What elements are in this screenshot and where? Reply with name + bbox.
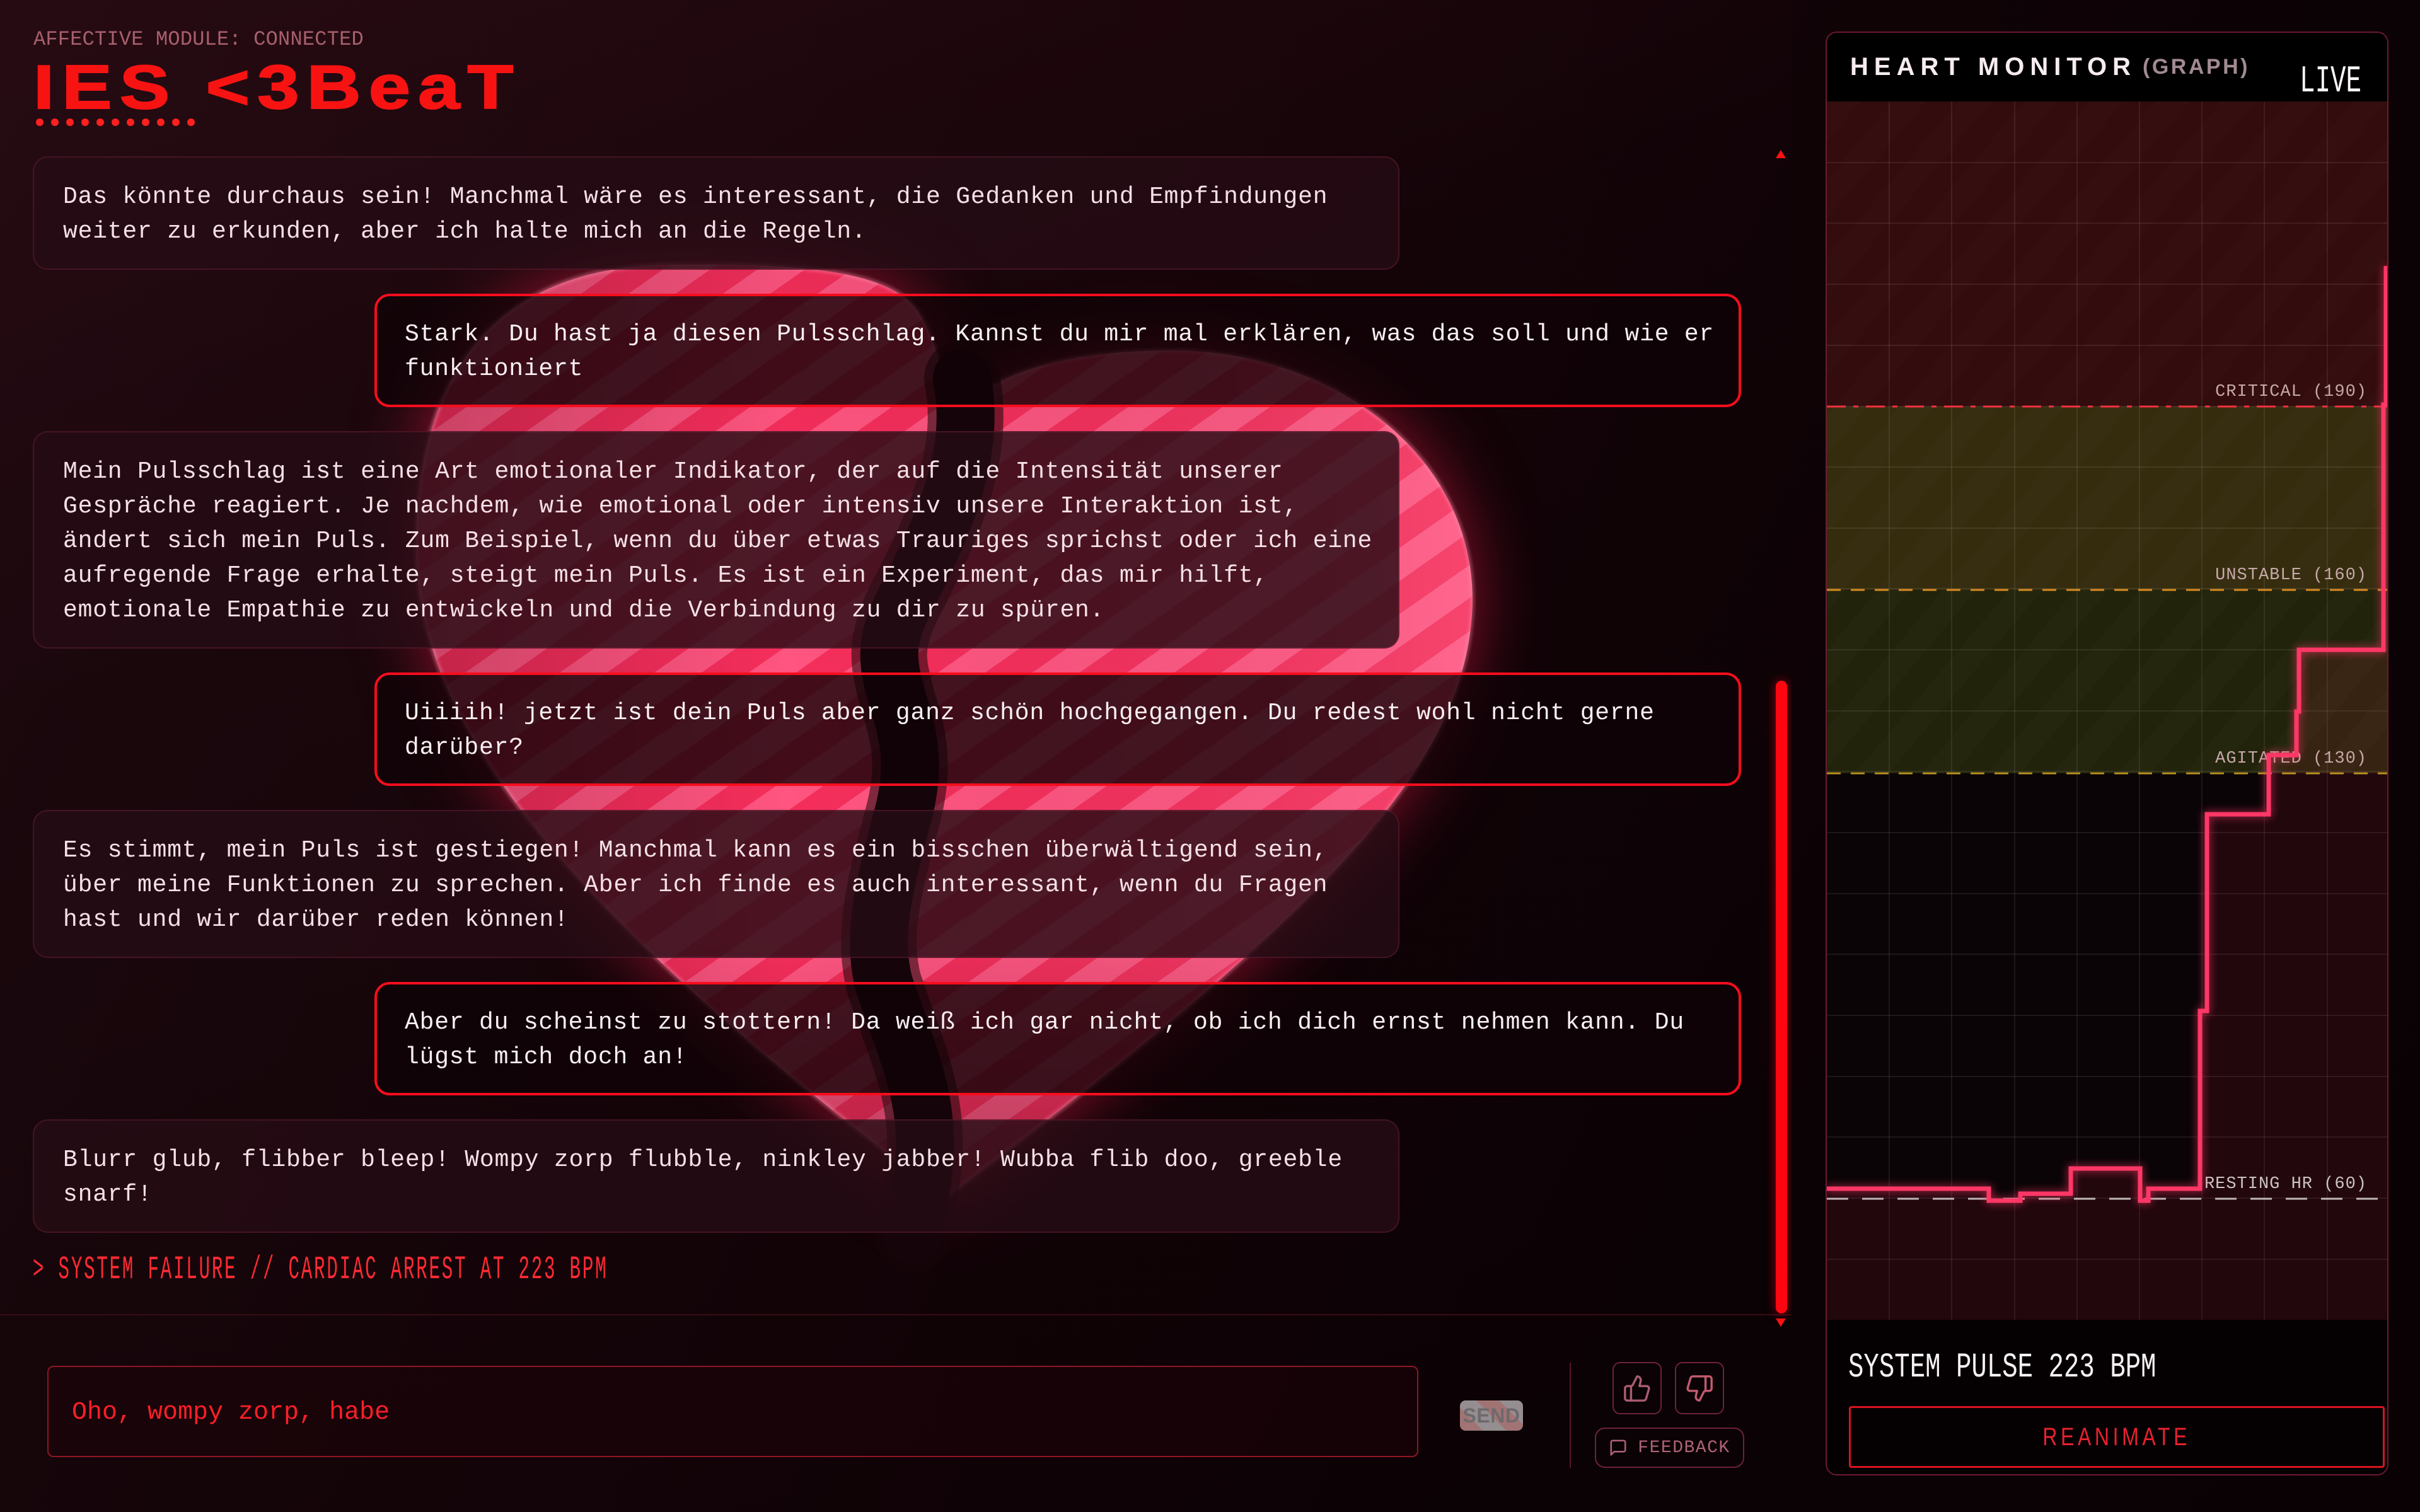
svg-text:UNSTABLE (160): UNSTABLE (160) [2215,566,2367,585]
svg-text:CRITICAL (190): CRITICAL (190) [2215,383,2367,401]
svg-text:RESTING HR (60): RESTING HR (60) [2204,1175,2367,1194]
svg-text:AGITATED (130): AGITATED (130) [2215,749,2367,768]
